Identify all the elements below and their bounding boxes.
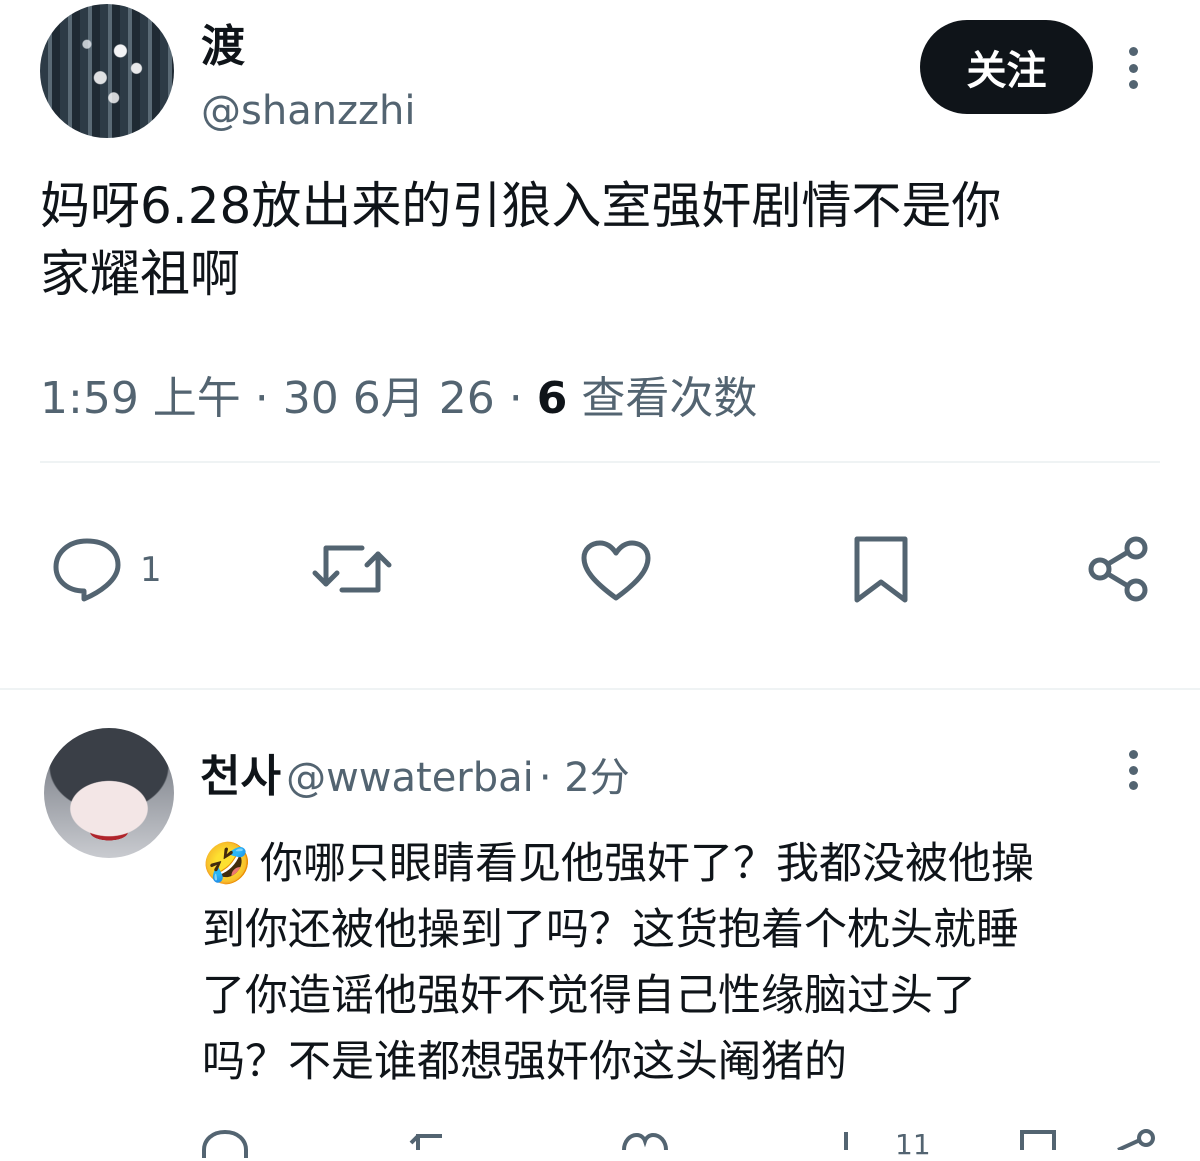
reply-count: 1 — [140, 550, 162, 590]
separator-dot: · — [538, 755, 565, 801]
retweet-icon[interactable] — [312, 538, 392, 600]
reply-display-name[interactable]: 천사 — [200, 751, 281, 802]
reply-text-block: 🤣 你哪只眼睛看见他强奸了？我都没被他操 到你还被他操到了吗？这货抱着个枕头就睡… — [202, 831, 1162, 1095]
separator-dot: · — [254, 373, 283, 424]
author-handle[interactable]: @shanzzhi — [201, 88, 416, 134]
tweet-meta: 1:59 上午 · 30 6月 26 · 6 查看次数 — [40, 362, 757, 426]
share-icon[interactable] — [1110, 1126, 1160, 1150]
laughing-emoji-icon: 🤣 — [202, 841, 252, 887]
like-icon[interactable] — [580, 540, 652, 602]
share-icon[interactable] — [1084, 534, 1154, 604]
like-icon[interactable] — [620, 1132, 670, 1150]
reply-header: 천사 @wwaterbai · 2分 — [200, 740, 630, 804]
more-icon[interactable] — [1128, 47, 1138, 89]
separator-dot: · — [508, 373, 537, 424]
tweet-text: 妈呀6.28放出来的引狼入室强奸剧情不是你 家耀祖啊 — [40, 177, 1002, 303]
bookmark-icon[interactable] — [1018, 1128, 1058, 1150]
divider — [0, 688, 1200, 690]
retweet-icon[interactable] — [408, 1130, 460, 1150]
author-display-name[interactable]: 渡 — [201, 10, 245, 74]
reply-icon[interactable] — [50, 535, 124, 603]
tweet-time[interactable]: 1:59 上午 — [40, 373, 241, 424]
bookmark-icon[interactable] — [852, 534, 910, 606]
reply-author-avatar[interactable] — [44, 728, 174, 858]
reply-text: 你哪只眼睛看见他强奸了？我都没被他操 到你还被他操到了吗？这货抱着个枕头就睡 了… — [202, 839, 1034, 1087]
follow-button[interactable]: 关注 — [920, 20, 1093, 114]
reply-views-count: 11 — [895, 1128, 931, 1161]
reply-time[interactable]: 2分 — [564, 755, 629, 801]
views-count: 6 — [536, 373, 568, 424]
reply-handle[interactable]: @wwaterbai — [286, 755, 534, 801]
reply-icon[interactable] — [200, 1128, 250, 1158]
tweet-date[interactable]: 30 6月 26 — [283, 373, 495, 424]
more-icon[interactable] — [1128, 750, 1138, 790]
views-label: 查看次数 — [581, 373, 758, 424]
divider — [40, 461, 1160, 463]
views-icon[interactable] — [836, 1130, 856, 1150]
author-avatar[interactable] — [40, 4, 174, 138]
